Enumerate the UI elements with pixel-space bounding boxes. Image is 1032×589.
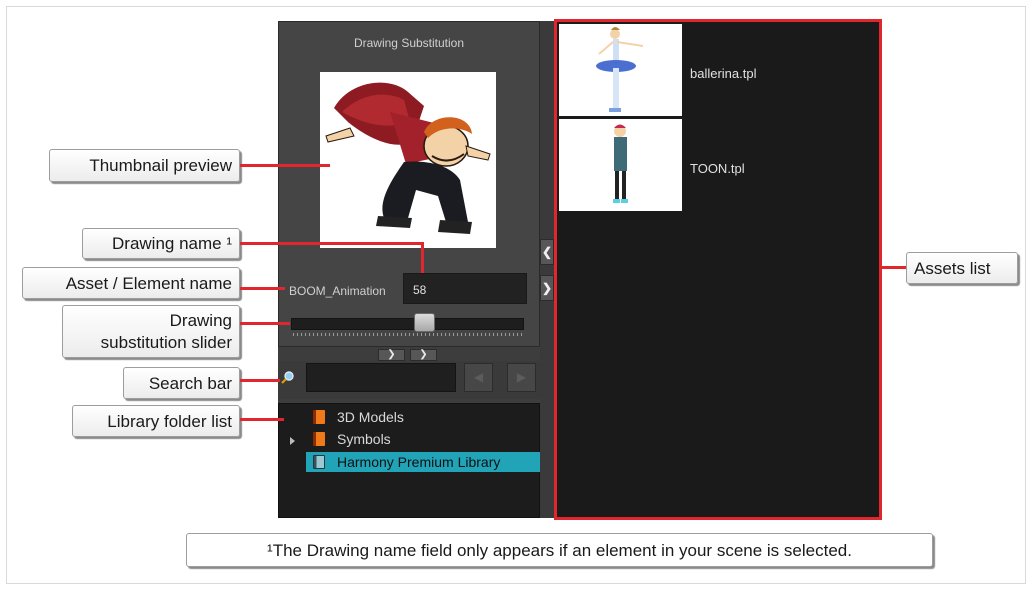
callout-text-line2: substitution slider — [100, 333, 232, 352]
library-folder-list: 3D Models Symbols Harmony Premium Librar… — [278, 403, 540, 518]
callout-text: Asset / Element name — [65, 274, 232, 293]
asset-name-toon: TOON.tpl — [690, 161, 745, 176]
callout-search-bar: Search bar — [123, 367, 240, 399]
assets-list: ballerina.tpl TOON.tpl — [554, 19, 882, 520]
callout-text: Drawing name ¹ — [112, 234, 232, 253]
library-folder-icon — [313, 432, 325, 446]
folder-item-harmony-premium-library[interactable]: Harmony Premium Library — [306, 452, 540, 472]
folder-item-symbols[interactable]: Symbols — [306, 429, 540, 449]
footnote: ¹The Drawing name field only appears if … — [186, 533, 933, 567]
library-folder-icon — [313, 410, 325, 424]
collapse-left-button[interactable]: ❮ — [540, 239, 554, 265]
thumbnail-preview — [320, 72, 496, 248]
folder-label: 3D Models — [337, 409, 404, 425]
search-previous-button[interactable]: ◀ — [464, 363, 493, 392]
drawing-substitution-panel: Drawing Substitution BOOM_Animation 58 — [278, 21, 540, 347]
collapse-up-button[interactable]: ❯ — [378, 349, 405, 361]
callout-line — [421, 242, 424, 273]
search-next-button[interactable]: ▶ — [507, 363, 536, 392]
callout-text-line1: Drawing — [169, 311, 232, 330]
callout-drawing-name: Drawing name ¹ — [82, 228, 240, 259]
callout-thumbnail-preview: Thumbnail preview — [49, 149, 240, 182]
panel-title: Drawing Substitution — [353, 36, 465, 50]
callout-text: Thumbnail preview — [89, 156, 232, 175]
callout-asset-element-name: Asset / Element name — [22, 267, 240, 299]
expand-arrow-icon[interactable] — [290, 437, 295, 445]
callout-text: Search bar — [148, 374, 232, 393]
chevron-down-icon: ❯ — [419, 349, 428, 360]
folder-item-3d-models[interactable]: 3D Models — [306, 407, 540, 427]
asset-thumbnail-ballerina[interactable] — [559, 24, 682, 116]
callout-line — [240, 164, 330, 167]
callout-line — [240, 418, 284, 421]
search-row: ◀ ▶ — [278, 361, 540, 399]
callout-library-folder-list: Library folder list — [72, 405, 240, 437]
folder-label: Symbols — [337, 431, 391, 447]
callout-line — [240, 379, 280, 382]
asset-thumbnail-toon[interactable] — [559, 119, 682, 211]
folder-label: Harmony Premium Library — [337, 454, 501, 470]
callout-text: Library folder list — [107, 412, 232, 431]
asset-element-name: BOOM_Animation — [289, 284, 386, 298]
slider-thumb[interactable] — [413, 313, 435, 332]
collapse-down-button[interactable]: ❯ — [410, 349, 437, 361]
library-folder-icon — [313, 455, 325, 469]
expand-right-button[interactable]: ❯ — [540, 275, 554, 301]
toon-image — [613, 124, 628, 203]
drawing-name-field[interactable]: 58 — [403, 273, 527, 304]
triangle-left-icon: ◀ — [473, 370, 484, 384]
chevron-left-icon: ❮ — [541, 245, 553, 259]
callout-line — [882, 266, 906, 269]
drawing-substitution-slider[interactable] — [291, 318, 524, 330]
callout-drawing-substitution-slider: Drawing substitution slider — [62, 305, 240, 358]
callout-line — [240, 287, 285, 290]
triangle-right-icon: ▶ — [516, 370, 527, 384]
asset-name-ballerina: ballerina.tpl — [690, 66, 757, 81]
slider-ticks — [293, 333, 522, 336]
callout-assets-list: Assets list — [906, 252, 1018, 284]
callout-text: Assets list — [914, 259, 991, 278]
chevron-up-icon: ❯ — [387, 349, 396, 360]
character-thumbnail-image — [325, 82, 491, 234]
chevron-right-icon: ❯ — [541, 281, 553, 295]
magnifier-icon — [281, 371, 294, 384]
search-input[interactable] — [306, 363, 456, 392]
callout-line — [240, 322, 290, 325]
ballerina-image — [596, 27, 644, 112]
panel-splitter[interactable] — [540, 21, 554, 518]
callout-line — [240, 242, 423, 245]
